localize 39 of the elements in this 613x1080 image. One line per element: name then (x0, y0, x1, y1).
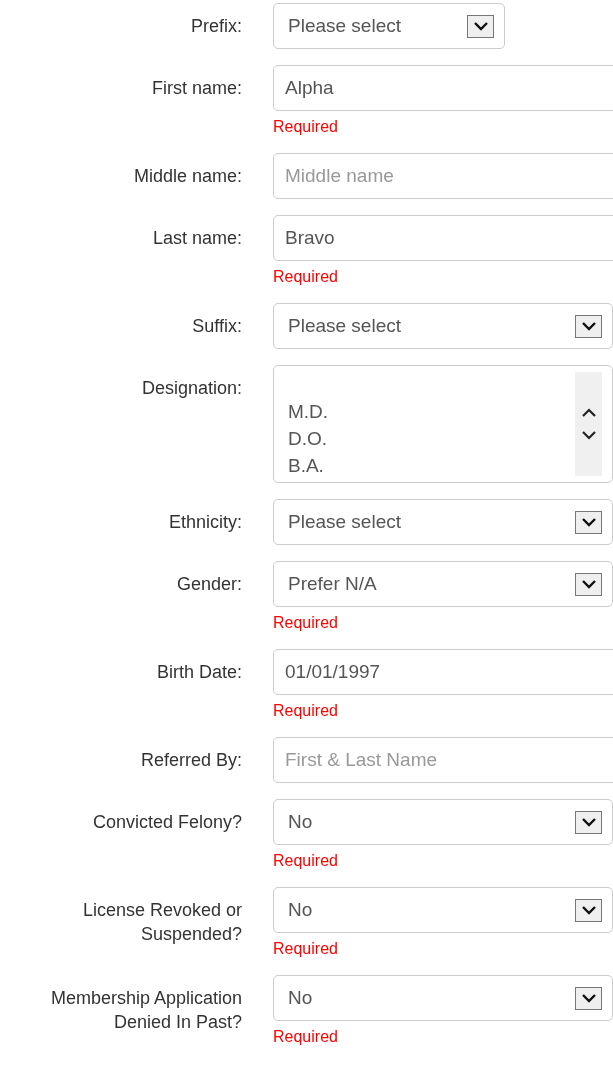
field-label: Suffix: (191, 315, 242, 338)
input-field[interactable]: 01/01/1997 (273, 649, 613, 695)
field-label: Ethnicity: (167, 511, 242, 534)
error-message: Required (273, 701, 339, 721)
error-message: Required (273, 613, 339, 633)
input-field[interactable]: Alpha (273, 65, 613, 111)
list-option[interactable]: D.O. (288, 425, 575, 452)
error-message: Required (273, 267, 339, 287)
field-label: Birth Date: (155, 661, 242, 684)
dropdown[interactable]: Please select (273, 499, 613, 545)
field-label: Convicted Felony? (91, 811, 242, 834)
field-label: Middle name: (132, 165, 242, 188)
dropdown[interactable]: Please select (273, 303, 613, 349)
field-label: First name: (150, 77, 242, 100)
dropdown[interactable]: Prefer N/A (273, 561, 613, 607)
field-label: License Revoked or Suspended? (81, 899, 242, 946)
field-label: Membership Application Denied In Past? (49, 987, 242, 1034)
error-message: Required (273, 117, 339, 137)
error-message: Required (273, 1027, 339, 1047)
chevron-up-icon (581, 408, 596, 417)
dropdown[interactable]: No (273, 887, 613, 933)
field-label: Last name: (151, 227, 242, 250)
dropdown[interactable]: No (273, 799, 613, 845)
list-option[interactable]: B.A. (288, 452, 575, 479)
chevron-down-icon (581, 431, 596, 440)
list-box[interactable]: M.D. D.O. B.A. (273, 365, 613, 483)
field-label: Designation: (140, 377, 242, 400)
field-label: Referred By: (139, 749, 242, 772)
error-message: Required (273, 851, 339, 871)
input-field[interactable]: Bravo (273, 215, 613, 261)
input-field[interactable]: Middle name (273, 153, 613, 199)
input-field[interactable]: First & Last Name (273, 737, 613, 783)
field-label: Gender: (175, 573, 242, 596)
dropdown[interactable]: No (273, 975, 613, 1021)
list-option[interactable]: M.D. (288, 398, 575, 425)
scrollbar[interactable] (575, 372, 602, 476)
field-label: Prefix: (190, 15, 242, 38)
error-message: Required (273, 939, 339, 959)
dropdown[interactable]: Please select (273, 3, 505, 49)
